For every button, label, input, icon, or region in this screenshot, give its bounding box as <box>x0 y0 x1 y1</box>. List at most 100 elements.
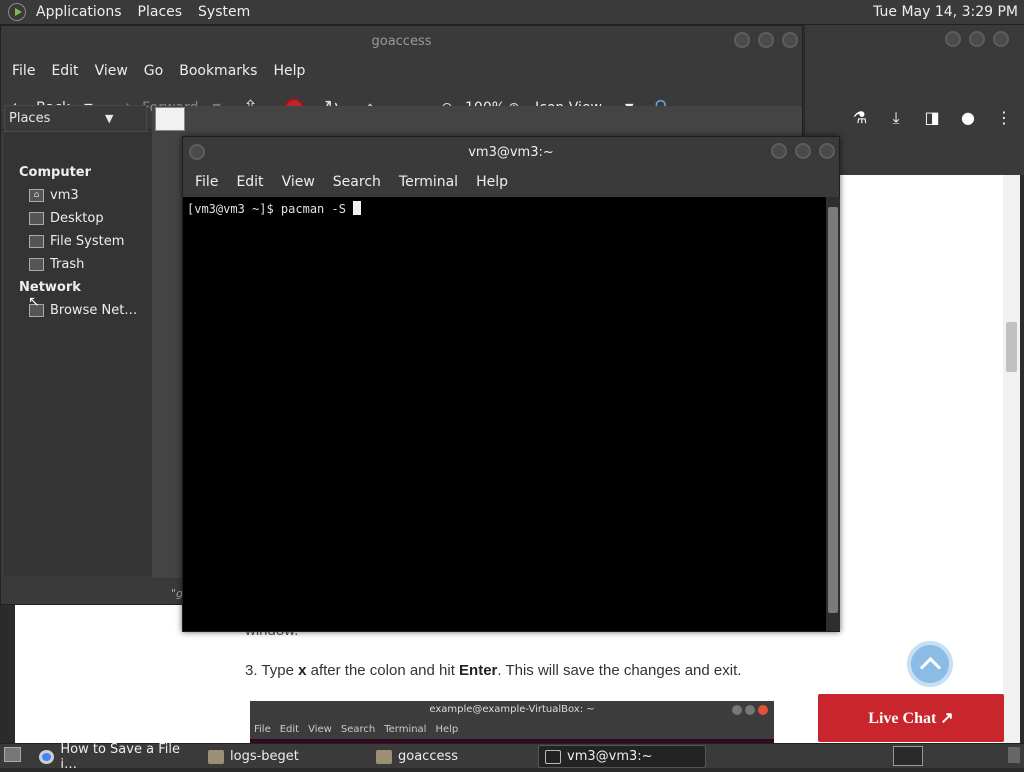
browser-scrollbar[interactable] <box>1003 175 1020 743</box>
sidebar-item-label: Browse Net… <box>50 303 138 318</box>
terminal-menu-file[interactable]: File <box>186 174 227 190</box>
top-panel: Applications Places System Tue May 14, 3… <box>0 0 1024 25</box>
mouse-pointer-icon: ↖ <box>28 294 40 310</box>
desktop-folder-icon <box>29 212 44 225</box>
terminal-cursor <box>353 201 362 215</box>
sidebar-dropdown-icon[interactable]: ▼ <box>105 112 113 125</box>
places-menu[interactable]: Places <box>130 4 191 20</box>
embedded-menu-terminal: Terminal <box>384 724 427 735</box>
terminal-scroll-thumb[interactable] <box>828 207 838 613</box>
folder-icon <box>376 749 392 764</box>
file-manager-titlebar[interactable]: goaccess <box>1 26 802 56</box>
terminal-title: vm3@vm3:~ <box>468 144 554 160</box>
home-folder-icon: ⌂ <box>29 189 44 202</box>
file-manager-sidebar: Computer ⌂ vm3 Desktop File System Trash… <box>4 132 152 576</box>
minimize-icon[interactable] <box>734 32 750 48</box>
task-terminal[interactable]: vm3@vm3:~ <box>538 745 706 768</box>
path-bar-button[interactable] <box>155 107 185 131</box>
terminal-menu-terminal[interactable]: Terminal <box>390 174 467 190</box>
task-label: logs-beget <box>230 749 299 764</box>
file-manager-menubar: File Edit View Go Bookmarks Help <box>1 56 802 86</box>
close-icon[interactable] <box>993 31 1009 47</box>
sidebar-item-desktop[interactable]: Desktop <box>29 211 104 226</box>
page-step-text: 3. Type x after the colon and hit Enter.… <box>245 662 741 679</box>
distro-logo-icon[interactable] <box>8 3 26 21</box>
system-menu[interactable]: System <box>190 4 258 20</box>
task-browser[interactable]: How to Save a File i… <box>33 742 198 772</box>
browser-toolbar: ⚗ ⤓ ◨ ● ⋮ <box>842 108 1022 128</box>
trash-icon <box>29 258 44 271</box>
sidebar-item-label: File System <box>50 234 125 249</box>
sidebar-header: Places ▼ <box>4 105 147 132</box>
embedded-terminal-title: example@example-VirtualBox: ~ <box>429 704 595 715</box>
terminal-menubar: File Edit View Search Terminal Help <box>183 167 839 197</box>
embedded-terminal-menubar: File Edit View Search Terminal Help <box>254 724 458 735</box>
trash-applet-icon[interactable] <box>1008 747 1020 763</box>
terminal-screen[interactable]: [vm3@vm3 ~]$ pacman -S <box>183 197 826 631</box>
flask-icon[interactable]: ⚗ <box>842 108 878 128</box>
applications-menu[interactable]: Applications <box>28 4 130 20</box>
embedded-menu-file: File <box>254 724 271 735</box>
sidebar-item-browse-network[interactable]: Browse Net… <box>29 303 137 318</box>
embedded-menu-search: Search <box>340 724 376 735</box>
minimize-icon[interactable] <box>945 31 961 47</box>
embedded-window-controls <box>732 705 768 715</box>
task-label: vm3@vm3:~ <box>567 749 653 764</box>
sidebar-item-label: Desktop <box>50 211 104 226</box>
terminal-window: vm3@vm3:~ File Edit View Search Terminal… <box>182 136 840 632</box>
sidebar-section-computer: Computer <box>19 165 92 180</box>
terminal-titlebar[interactable]: vm3@vm3:~ <box>183 137 839 167</box>
minimize-icon[interactable] <box>771 143 787 159</box>
sidebar-places-select[interactable]: Places <box>9 111 50 126</box>
chrome-icon <box>39 749 55 764</box>
sidebar-item-file-system[interactable]: File System <box>29 234 124 249</box>
download-icon[interactable]: ⤓ <box>878 108 914 128</box>
menu-help[interactable]: Help <box>265 63 313 79</box>
close-icon[interactable] <box>819 143 835 159</box>
panel-menu: Applications Places System <box>0 0 258 25</box>
terminal-menu-view[interactable]: View <box>273 174 324 190</box>
live-chat-button[interactable]: Live Chat ↗ <box>818 694 1004 742</box>
sidebar-item-label: Trash <box>50 257 85 272</box>
embedded-menu-view: View <box>308 724 332 735</box>
panel-clock[interactable]: Tue May 14, 3:29 PM <box>873 4 1018 20</box>
maximize-icon[interactable] <box>795 143 811 159</box>
menu-edit[interactable]: Edit <box>43 63 86 79</box>
task-goaccess[interactable]: goaccess <box>370 745 535 768</box>
show-desktop-icon[interactable] <box>4 747 21 762</box>
sidebar-item-vm3[interactable]: ⌂ vm3 <box>29 188 79 203</box>
embedded-menu-edit: Edit <box>279 724 300 735</box>
window-menu-icon[interactable] <box>189 144 205 160</box>
task-logs-beget[interactable]: logs-beget <box>202 745 367 768</box>
step-text-b: after the colon and hit <box>306 662 460 679</box>
file-manager-window-controls <box>726 32 798 48</box>
menu-view[interactable]: View <box>87 63 136 79</box>
profile-icon[interactable]: ● <box>950 108 986 128</box>
terminal-icon <box>545 749 561 764</box>
task-label: How to Save a File i… <box>60 741 180 772</box>
taskbar: How to Save a File i… logs-beget goacces… <box>0 742 1024 772</box>
browser-scroll-thumb[interactable] <box>1006 322 1017 372</box>
terminal-menu-edit[interactable]: Edit <box>227 174 272 190</box>
sidebar-toggle-icon[interactable]: ◨ <box>914 108 950 128</box>
scroll-to-top-button[interactable] <box>907 641 953 687</box>
maximize-icon[interactable] <box>758 32 774 48</box>
workspace-switcher-icon[interactable] <box>893 746 923 766</box>
menu-bookmarks[interactable]: Bookmarks <box>171 63 265 79</box>
more-menu-icon[interactable]: ⋮ <box>986 108 1022 128</box>
terminal-menu-help[interactable]: Help <box>467 174 517 190</box>
maximize-icon[interactable] <box>969 31 985 47</box>
step-text-c: . This will save the changes and exit. <box>497 662 742 679</box>
sidebar-item-label: vm3 <box>50 188 79 203</box>
embedded-menu-help: Help <box>435 724 459 735</box>
terminal-scrollbar[interactable] <box>826 197 840 631</box>
terminal-prompt-line: [vm3@vm3 ~]$ pacman -S <box>187 202 354 216</box>
menu-file[interactable]: File <box>4 63 43 79</box>
close-icon[interactable] <box>782 32 798 48</box>
browser-window-controls <box>937 31 1009 47</box>
terminal-menu-search[interactable]: Search <box>324 174 390 190</box>
sidebar-section-network: Network <box>19 280 81 295</box>
menu-go[interactable]: Go <box>136 63 171 79</box>
file-manager-title: goaccess <box>371 33 432 49</box>
sidebar-item-trash[interactable]: Trash <box>29 257 84 272</box>
